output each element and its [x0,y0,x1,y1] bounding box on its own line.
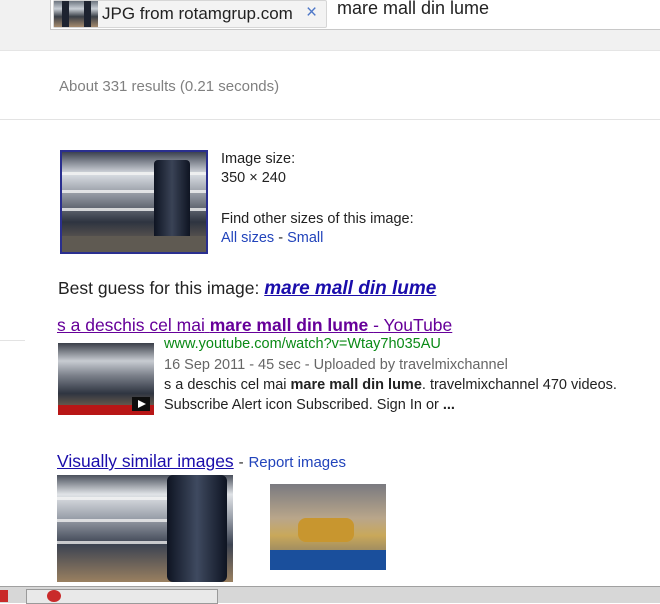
similar-image-ticker [270,550,386,570]
image-size-label: Image size: [221,151,296,167]
best-guess: Best guess for this image: mare mall din… [58,278,436,300]
report-images-link[interactable]: Report images [248,454,346,471]
find-sizes-label: Find other sizes of this image: [221,211,414,227]
result-title-link[interactable]: s a deschis cel mai mare mall din lume -… [57,315,452,336]
browser-icon [47,590,61,602]
chip-thumbnail-column [84,1,91,27]
similar-image-tower [167,475,227,582]
result-stats: About 331 results (0.21 seconds) [59,78,280,95]
similar-image-2[interactable] [270,484,386,570]
taskbar-edge-icon [0,590,8,602]
chip-thumbnail-column [62,1,69,27]
video-thumbnail[interactable] [58,343,154,415]
visually-similar-link[interactable]: Visually similar images [57,451,234,471]
play-icon [132,397,150,411]
small-size-link[interactable]: Small [287,230,323,246]
snippet-prefix: s a deschis cel mai [164,377,287,393]
similar-image-1[interactable] [57,475,233,582]
snippet-ellipsis: ... [442,397,455,413]
image-search-chip[interactable]: JPG from rotamgrup.com × [53,0,327,28]
result-url[interactable]: www.youtube.com/watch?v=Wtay7h035AU [164,336,441,352]
result-meta: 16 Sep 2011 - 45 sec - Uploaded by trave… [164,357,508,373]
snippet-suffix: . travelmixchannel 470 videos. [421,377,617,393]
result-snippet-line1: s a deschis cel mai mare mall din lume. … [164,377,617,393]
similar-image-car [298,518,354,542]
snippet-line2-text: Subscribe Alert icon Subscribed. Sign In… [164,397,439,413]
result-title-suffix: - YouTube [373,315,453,335]
similar-image-band [57,541,167,544]
similar-image-band [57,497,167,500]
visually-similar-separator: - [238,454,244,471]
visually-similar-header: Visually similar images - Report images [57,451,346,472]
size-links-separator: - [278,230,284,246]
all-sizes-link[interactable]: All sizes [221,230,274,246]
chip-thumbnail [54,1,98,27]
close-icon[interactable]: × [306,2,317,24]
chip-label: JPG from rotamgrup.com [102,4,293,23]
best-guess-link[interactable]: mare mall din lume [264,278,436,299]
image-size-value: 350 × 240 [221,170,286,186]
snippet-bold: mare mall din lume [290,377,422,393]
best-guess-label: Best guess for this image: [58,278,260,298]
result-title-bold: mare mall din lume [209,315,369,335]
search-box[interactable]: JPG from rotamgrup.com × mare mall din l… [50,0,660,30]
divider [0,119,660,120]
similar-image-band [57,519,167,522]
thumbnail-floor [62,236,206,252]
divider [0,340,25,341]
result-title-prefix: s a deschis cel mai [57,315,205,335]
query-image-thumbnail[interactable] [60,150,208,254]
result-snippet-line2: Subscribe Alert icon Subscribed. Sign In… [164,397,455,413]
size-links: All sizes - Small [221,230,323,246]
search-query[interactable]: mare mall din lume [337,0,489,19]
